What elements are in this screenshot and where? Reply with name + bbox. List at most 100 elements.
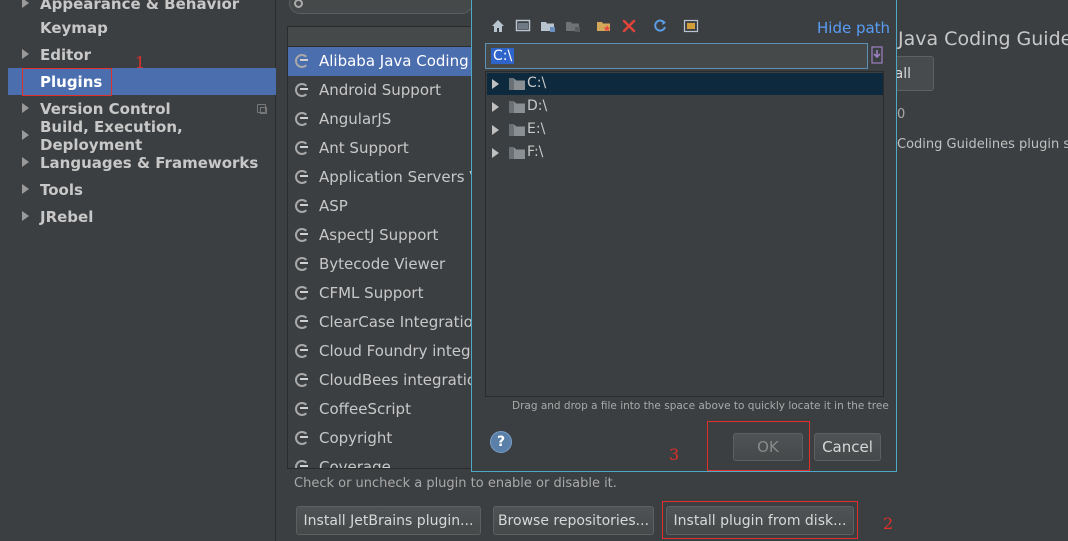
plugin-label: Android Support: [319, 81, 442, 99]
tree-item-label: Languages & Frameworks: [40, 153, 259, 172]
folder-icon: [509, 147, 525, 159]
plugin-row[interactable]: CFML Support: [288, 279, 472, 308]
tree-item-keymap[interactable]: Keymap: [0, 14, 276, 41]
expand-arrow-icon[interactable]: [22, 211, 29, 221]
tree-item-label: Keymap: [40, 18, 108, 37]
plugin-search-input[interactable]: [289, 0, 473, 14]
plugin-icon: [295, 112, 309, 126]
plugin-icon: [295, 431, 309, 445]
expand-arrow-icon[interactable]: [22, 130, 29, 140]
tree-node-drive[interactable]: F:\: [487, 142, 883, 164]
home-icon[interactable]: [490, 18, 506, 34]
expand-arrow-icon[interactable]: [22, 49, 29, 59]
plugin-row[interactable]: Android Support: [288, 76, 472, 105]
drive-label: F:\: [527, 144, 544, 160]
plugin-label: AngularJS: [319, 110, 392, 128]
plugin-icon: [295, 460, 309, 468]
drive-label: C:\: [527, 75, 547, 91]
plugin-row[interactable]: ASP: [288, 192, 472, 221]
tree-item-jrebel[interactable]: JRebel: [0, 203, 276, 230]
plugin-row[interactable]: AngularJS: [288, 105, 472, 134]
cancel-button[interactable]: Cancel: [814, 433, 881, 461]
folder-icon: [509, 78, 525, 90]
project-level-icon: [257, 104, 267, 114]
plugin-icon: [295, 402, 309, 416]
module-folder-icon[interactable]: [565, 18, 581, 34]
expand-arrow-icon[interactable]: [492, 148, 499, 158]
plugin-label: Coverage: [319, 458, 391, 469]
tree-node-drive[interactable]: C:\: [487, 73, 883, 95]
plugin-row[interactable]: Bytecode Viewer: [288, 250, 472, 279]
project-folder-icon[interactable]: [540, 18, 556, 34]
plugin-icon: [295, 286, 309, 300]
plugin-icon: [295, 228, 309, 242]
uninstall-button-label: all: [894, 65, 911, 82]
tree-item-label: Editor: [40, 45, 91, 64]
plugin-label: CloudBees integration: [319, 371, 473, 389]
path-input[interactable]: C:\: [485, 43, 868, 69]
plugin-label: Ant Support: [319, 139, 409, 157]
file-tree[interactable]: C:\ D:\ E:\ F:\: [485, 71, 884, 397]
plugin-label: CFML Support: [319, 284, 424, 302]
tree-item-label: Version Control: [40, 99, 171, 118]
plugin-label: ClearCase Integration: [319, 313, 473, 331]
desktop-icon[interactable]: [515, 18, 531, 34]
expand-arrow-icon[interactable]: [22, 103, 29, 113]
tree-item-languages[interactable]: Languages & Frameworks: [0, 149, 276, 176]
plugin-row[interactable]: Ant Support: [288, 134, 472, 163]
annotation-box-1: [22, 68, 112, 96]
plugin-version: 0: [897, 107, 906, 122]
plugin-row[interactable]: Coverage: [288, 453, 472, 469]
choose-plugin-file-dialog: Hide path C:\ C:\ D:\ E:\ F:\ Drag and d…: [471, 0, 897, 472]
search-icon: [294, 0, 303, 8]
plugin-row[interactable]: CoffeeScript: [288, 395, 472, 424]
plugin-detail-title: Java Coding Guidelines: [898, 28, 1068, 50]
plugin-icon: [295, 54, 309, 68]
plugins-list: Alibaba Java Coding Guidelines Android S…: [287, 26, 473, 469]
tree-node-drive[interactable]: E:\: [487, 119, 883, 141]
annotation-number-3: 3: [669, 445, 680, 464]
delete-icon[interactable]: [621, 18, 637, 34]
plugin-label: Cloud Foundry integration: [319, 342, 472, 360]
browse-repositories-button[interactable]: Browse repositories...: [493, 506, 654, 535]
expand-arrow-icon[interactable]: [22, 0, 29, 8]
plugin-row[interactable]: ClearCase Integration: [288, 308, 473, 337]
plugin-label: Application Servers View: [319, 168, 472, 186]
plugin-icon: [295, 373, 309, 387]
install-jetbrains-plugin-button[interactable]: Install JetBrains plugin...: [296, 506, 481, 535]
expand-arrow-icon[interactable]: [22, 184, 29, 194]
expand-arrow-icon[interactable]: [492, 102, 499, 112]
plugin-row[interactable]: Copyright: [288, 424, 472, 453]
tree-node-drive[interactable]: D:\: [487, 96, 883, 118]
plugin-icon: [295, 170, 309, 184]
expand-arrow-icon[interactable]: [492, 79, 499, 89]
plugin-icon: [295, 83, 309, 97]
tree-item-label: JRebel: [40, 207, 94, 226]
tree-item-build[interactable]: Build, Execution, Deployment: [0, 118, 276, 154]
expand-arrow-icon[interactable]: [22, 157, 29, 167]
plugin-icon: [295, 315, 309, 329]
new-folder-icon[interactable]: [596, 18, 612, 34]
drive-label: E:\: [527, 121, 546, 137]
hide-path-link[interactable]: Hide path: [817, 19, 890, 37]
annotation-box-2: [662, 501, 858, 539]
plugin-row[interactable]: Alibaba Java Coding Guidelines: [288, 47, 472, 76]
plugin-description: Coding Guidelines plugin support: [897, 137, 1068, 152]
plugin-row[interactable]: AspectJ Support: [288, 221, 472, 250]
refresh-icon[interactable]: [652, 18, 668, 34]
help-button[interactable]: ?: [490, 431, 512, 453]
folder-icon: [509, 124, 525, 136]
annotation-number-1: 1: [135, 53, 146, 72]
download-icon[interactable]: [871, 46, 883, 64]
expand-arrow-icon[interactable]: [492, 125, 499, 135]
path-input-value: C:\: [491, 48, 515, 64]
plugin-icon: [295, 344, 309, 358]
plugin-icon: [295, 141, 309, 155]
list-header: [288, 27, 472, 47]
tree-item-tools[interactable]: Tools: [0, 176, 276, 203]
plugin-row[interactable]: Cloud Foundry integration: [288, 337, 472, 366]
plugin-label: CoffeeScript: [319, 400, 411, 418]
show-hidden-files-icon[interactable]: [683, 18, 699, 34]
plugin-row[interactable]: CloudBees integration: [288, 366, 473, 395]
plugin-row[interactable]: Application Servers View: [288, 163, 472, 192]
